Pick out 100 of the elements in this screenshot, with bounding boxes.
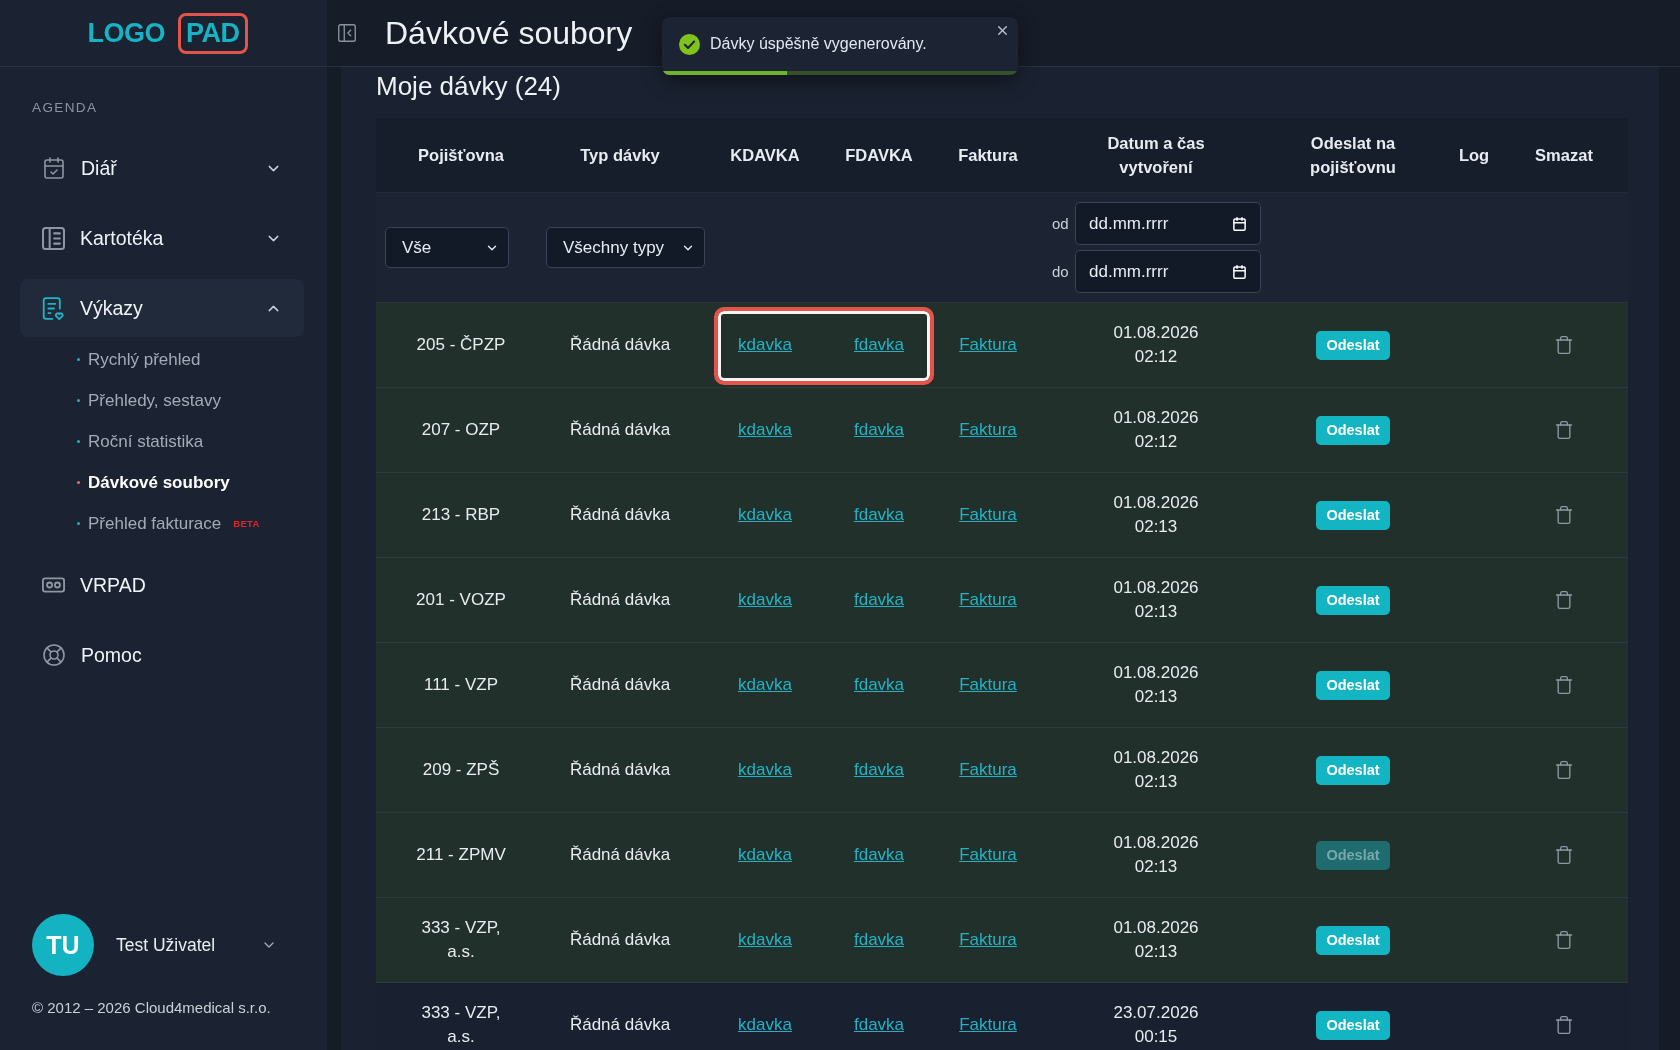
table-cell-text: 01.08.2026 02:13	[1112, 662, 1200, 708]
nav-subitem[interactable]: Přehled fakturace BETA	[77, 503, 304, 544]
kdavka-link[interactable]: kdavka	[738, 673, 792, 697]
date-field[interactable]: dd.mm.rrrr	[1075, 202, 1261, 245]
dot-icon	[77, 440, 80, 443]
date-label: od	[1052, 215, 1069, 232]
lifebuoy-icon	[42, 643, 66, 667]
table-cell-text: 213 - RBP	[421, 504, 501, 526]
nav-item[interactable]: Pomoc	[20, 626, 304, 684]
kdavka-link[interactable]: kdavka	[738, 928, 792, 952]
invoice-link[interactable]: Faktura	[959, 673, 1017, 697]
trash-icon[interactable]	[1554, 1015, 1574, 1035]
table-cell-text: 01.08.2026 02:12	[1112, 407, 1200, 453]
trash-icon[interactable]	[1554, 590, 1574, 610]
invoice-link[interactable]: Faktura	[959, 588, 1017, 612]
table-cell-text: Řádná dávka	[569, 1014, 671, 1036]
nav-subitem[interactable]: Rychlý přehled	[77, 339, 304, 380]
table-cell-text: 201 - VOZP	[416, 589, 506, 611]
table-cell-text: 207 - OZP	[421, 419, 501, 441]
table-cell-text: Řádná dávka	[569, 759, 671, 781]
kdavka-link[interactable]: kdavka	[738, 503, 792, 527]
nav-item[interactable]: Výkazy	[20, 279, 304, 337]
table-cell-text: 111 - VZP	[424, 674, 498, 696]
fdavka-link[interactable]: fdavka	[853, 1013, 905, 1037]
nav-subitem[interactable]: Roční statistika	[77, 421, 304, 462]
table-cell-text: 01.08.2026 02:13	[1112, 832, 1200, 878]
nav-item[interactable]: Kartotéka	[20, 209, 304, 267]
kdavka-link[interactable]: kdavka	[738, 333, 792, 357]
fdavka-link[interactable]: fdavka	[853, 673, 905, 697]
sidebar-toggle-icon[interactable]	[336, 22, 358, 44]
fdavka-link[interactable]: fdavka	[853, 333, 905, 357]
table-cell-text: 209 - ZPŠ	[422, 759, 500, 781]
fdavka-link[interactable]: fdavka	[853, 503, 905, 527]
table-cell-text: 01.08.2026 02:12	[1112, 322, 1200, 368]
dot-icon	[77, 522, 80, 525]
page-title: Dávkové soubory	[385, 14, 633, 52]
section-label: AGENDA	[32, 100, 98, 115]
logo-text: PAD	[186, 17, 240, 49]
vr-headset-icon	[42, 577, 65, 593]
fdavka-link[interactable]: fdavka	[853, 588, 905, 612]
invoice-link[interactable]: Faktura	[959, 758, 1017, 782]
nav-subitem[interactable]: Dávkové soubory	[77, 462, 304, 503]
kdavka-link[interactable]: kdavka	[738, 588, 792, 612]
trash-icon[interactable]	[1554, 930, 1574, 950]
type-select[interactable]: Všechny typy	[546, 227, 705, 268]
document-heart-icon	[42, 296, 65, 320]
trash-icon[interactable]	[1554, 675, 1574, 695]
column-header: Log	[1458, 145, 1490, 166]
card-list-icon	[42, 226, 65, 250]
close-icon[interactable]	[995, 23, 1010, 38]
beta-label: BETA	[233, 518, 260, 529]
date-field[interactable]: dd.mm.rrrr	[1075, 250, 1261, 293]
insurer-select[interactable]: Vše	[385, 227, 509, 268]
dot-icon	[77, 481, 80, 484]
column-header: Datum a čas vytvoření	[1106, 133, 1206, 178]
nav-subitem[interactable]: Přehledy, sestavy	[77, 380, 304, 421]
table-cell-text: 01.08.2026 02:13	[1112, 577, 1200, 623]
calendar-icon[interactable]	[1232, 216, 1247, 231]
fdavka-link[interactable]: fdavka	[853, 758, 905, 782]
table-cell-text: 333 - VZP, a.s.	[420, 917, 502, 963]
avatar: TU	[32, 914, 94, 976]
invoice-link[interactable]: Faktura	[959, 333, 1017, 357]
table-cell-text: Řádná dávka	[569, 844, 671, 866]
copyright-text: © 2012 – 2026 Cloud4medical s.r.o.	[32, 999, 271, 1016]
invoice-link[interactable]: Faktura	[959, 503, 1017, 527]
nav-item[interactable]: VRPAD	[20, 556, 304, 614]
table-cell-text: 333 - VZP, a.s.	[420, 1002, 502, 1048]
section-title: Moje dávky (24)	[376, 70, 561, 102]
trash-icon[interactable]	[1554, 505, 1574, 525]
table-cell-text: Řádná dávka	[569, 674, 671, 696]
table-cell-text: 205 - ČPZP	[416, 334, 506, 356]
table-cell-text: Řádná dávka	[569, 504, 671, 526]
invoice-link[interactable]: Faktura	[959, 418, 1017, 442]
kdavka-link[interactable]: kdavka	[738, 758, 792, 782]
check-circle-icon	[679, 33, 700, 55]
column-header: KDAVKA	[730, 145, 800, 166]
trash-icon[interactable]	[1554, 760, 1574, 780]
dot-icon	[77, 358, 80, 361]
toast-message: Dávky úspěšně vygenerovány.	[710, 35, 927, 53]
column-header: Pojišťovna	[418, 145, 504, 166]
table-cell-text: Řádná dávka	[569, 419, 671, 441]
invoice-link[interactable]: Faktura	[959, 1013, 1017, 1037]
column-header: FDAVKA	[845, 145, 913, 166]
table-cell-text: Řádná dávka	[569, 929, 671, 951]
nav-item[interactable]: Diář	[20, 139, 304, 197]
trash-icon[interactable]	[1554, 420, 1574, 440]
fdavka-link[interactable]: fdavka	[853, 928, 905, 952]
column-header: Faktura	[958, 145, 1018, 166]
table-cell-text: 01.08.2026 02:13	[1112, 917, 1200, 963]
calendar-icon[interactable]	[1232, 264, 1247, 279]
table-cell-text: 23.07.2026 00:15	[1112, 1002, 1200, 1048]
kdavka-link[interactable]: kdavka	[738, 1013, 792, 1037]
table-cell-text: Řádná dávka	[569, 589, 671, 611]
column-header: Odeslat na pojišťovnu	[1309, 133, 1397, 178]
trash-icon[interactable]	[1554, 335, 1574, 355]
fdavka-link[interactable]: fdavka	[853, 418, 905, 442]
dot-icon	[77, 399, 80, 402]
table-cell-text: 211 - ZPMV	[416, 844, 506, 866]
invoice-link[interactable]: Faktura	[959, 928, 1017, 952]
kdavka-link[interactable]: kdavka	[738, 418, 792, 442]
